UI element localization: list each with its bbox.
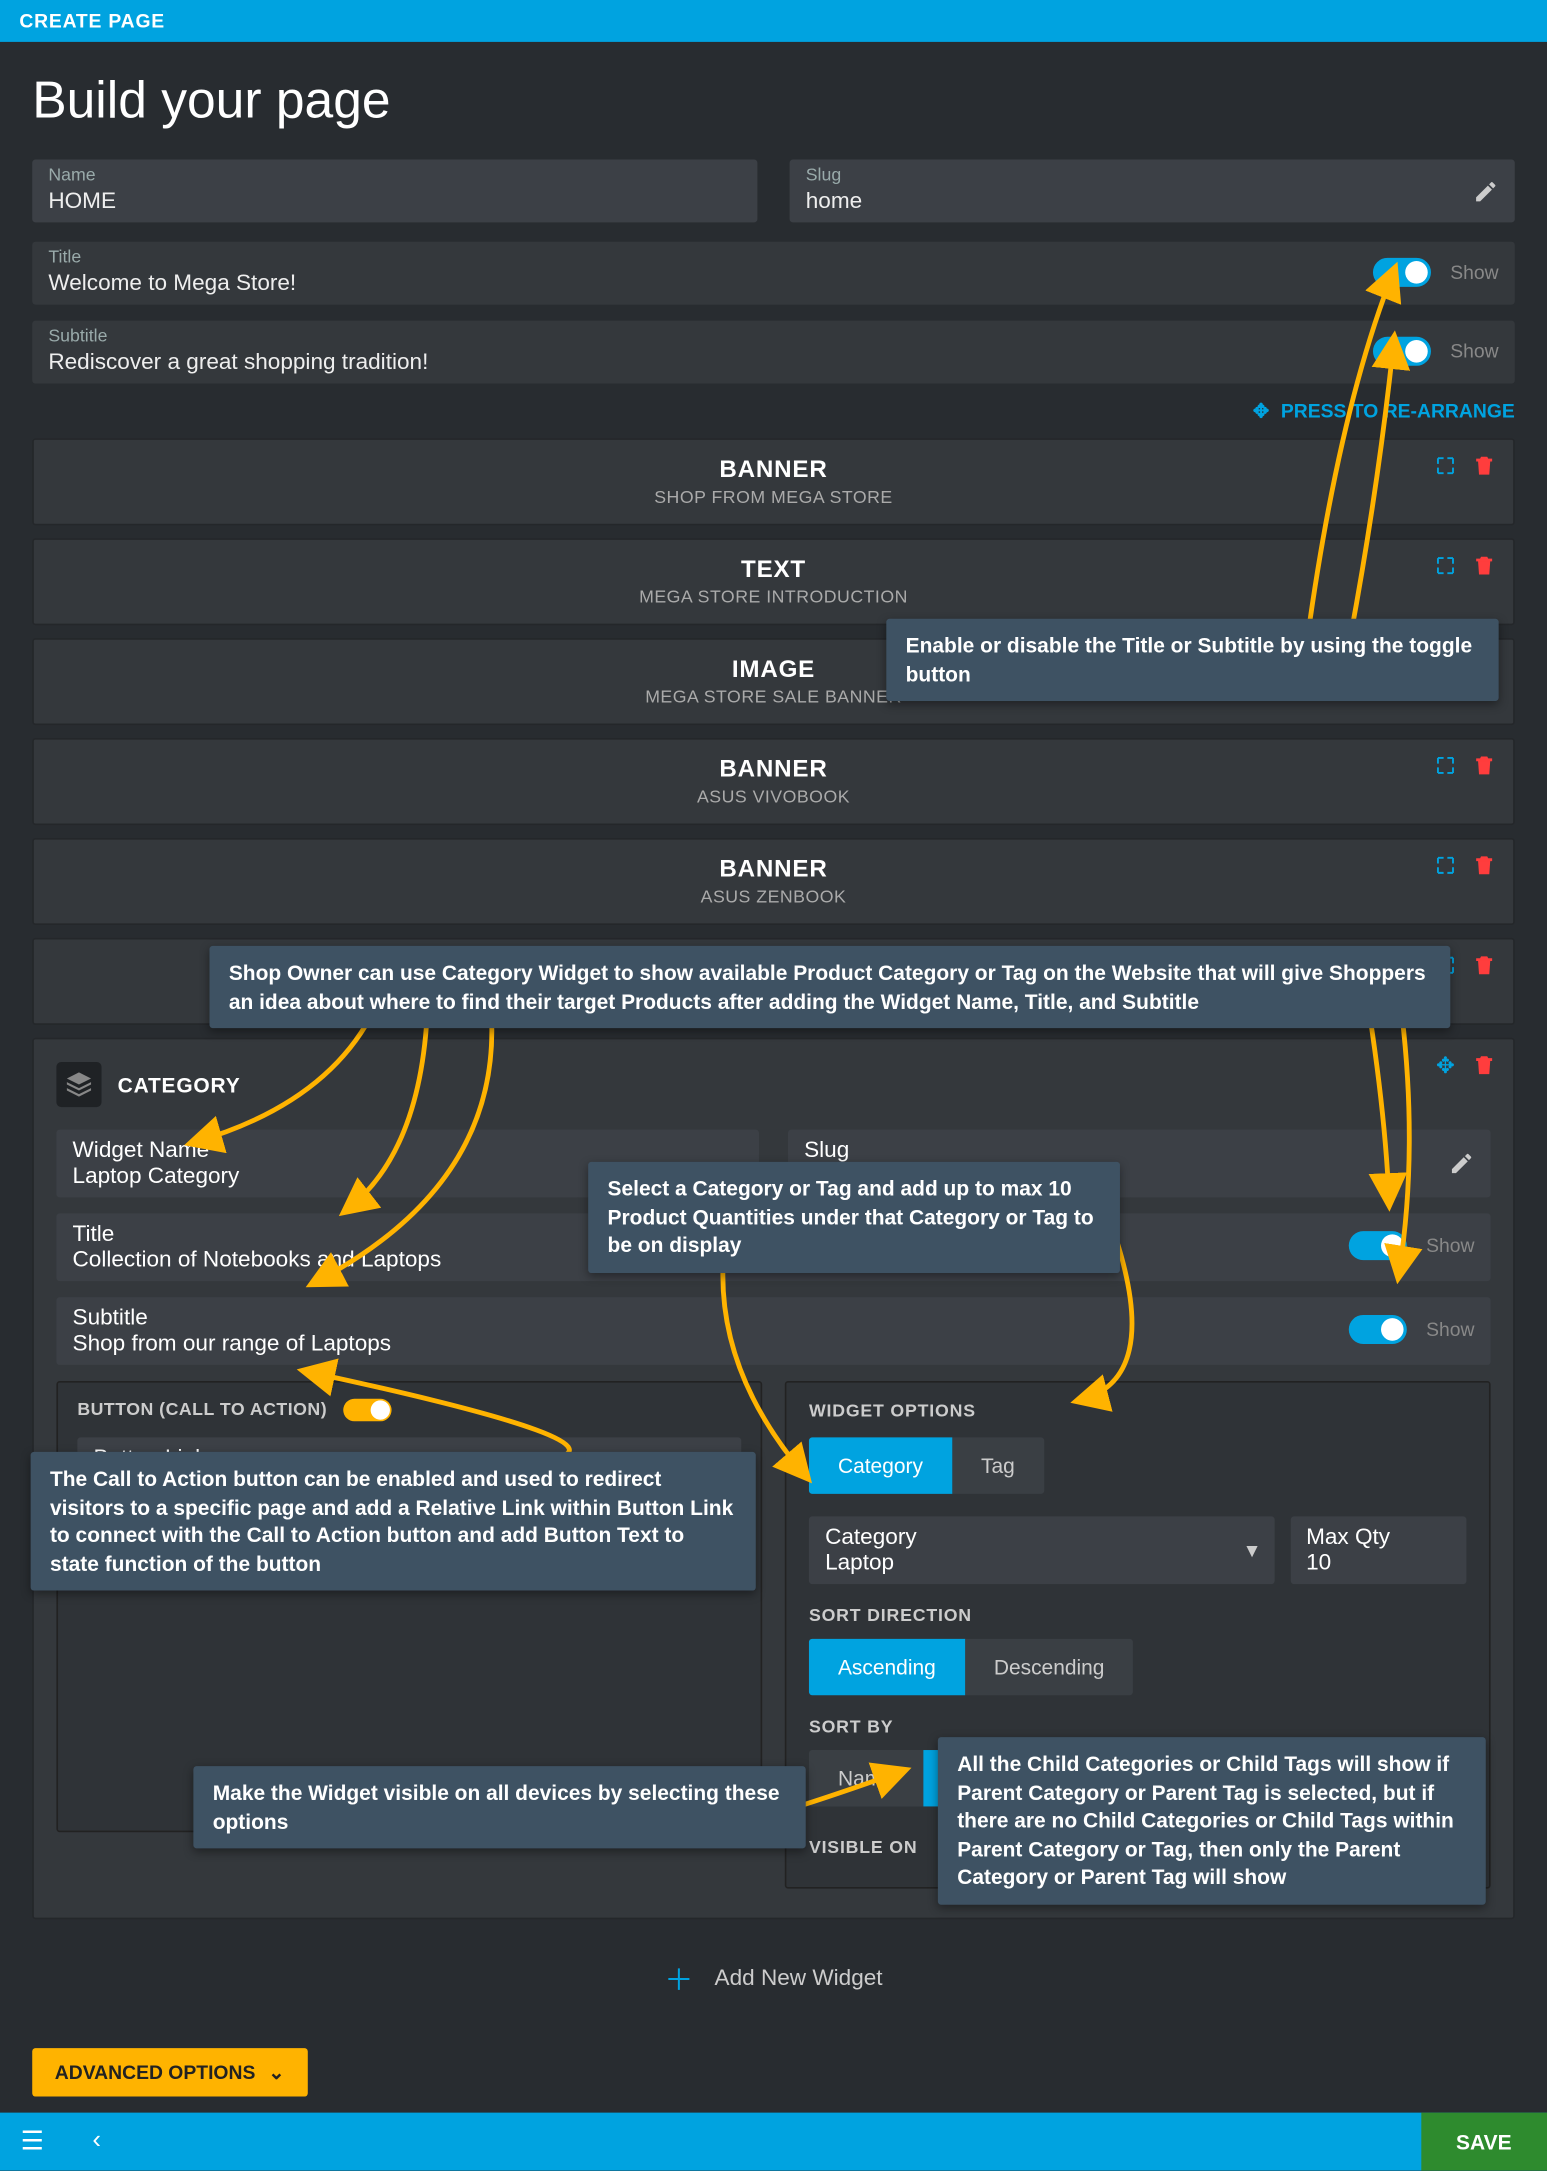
category-select-label: Category [825,1523,1258,1549]
widget-name: ASUS VIVOBOOK [53,788,1494,807]
widget-options-header: WIDGET OPTIONS [809,1402,1466,1421]
sort-by-label: SORT BY [809,1718,1466,1737]
caret-down-icon: ▾ [1246,1537,1257,1564]
subtitle-value[interactable]: Rediscover a great shopping tradition! [48,348,1373,374]
widget-type: BANNER [53,856,1494,883]
max-qty-field[interactable]: Max Qty 10 [1290,1516,1466,1584]
title-label: Title [48,248,1373,267]
widget-subtitle-toggle[interactable] [1349,1315,1407,1344]
cta-box: BUTTON (CALL TO ACTION) Button Link /sho… [56,1381,762,1832]
tab-tag[interactable]: Tag [952,1437,1044,1493]
widget-title-toggle[interactable] [1349,1231,1407,1260]
widget-row[interactable]: BANNER ASUS VIVOBOOK [32,738,1515,825]
move-icon: ✥ [1253,400,1269,423]
name-field[interactable]: Name HOME [32,160,757,223]
top-bar: CREATE PAGE [0,0,1547,42]
plus-icon: ＋ [664,1964,693,1996]
advanced-options-label: ADVANCED OPTIONS [55,2061,256,2084]
collapse-icon[interactable]: ✥ [1433,1052,1459,1078]
trash-icon[interactable] [1471,952,1497,978]
page-title: Build your page [32,71,1515,131]
widget-name: ASUS ZENBOOK [53,888,1494,907]
trash-icon[interactable] [1471,1052,1497,1078]
name-label: Name [48,166,741,185]
widget-type: BANNER [53,456,1494,483]
max-qty-value: 10 [1306,1549,1450,1575]
widget-subtitle-show-label: Show [1426,1318,1474,1341]
subtitle-field-row: Subtitle Rediscover a great shopping tra… [32,321,1515,384]
widget-type: BANNER [53,756,1494,783]
pencil-icon[interactable] [1449,1151,1475,1177]
slug-label: Slug [806,166,1499,185]
widget-name: MEGA STORE INTRODUCTION [53,588,1494,607]
title-value[interactable]: Welcome to Mega Store! [48,269,1373,295]
expand-icon[interactable] [1433,553,1459,579]
widget-row[interactable]: BANNER SHOP FROM MEGA STORE [32,438,1515,525]
name-value: HOME [48,187,741,213]
visible-on-label: VISIBLE ON [809,1839,918,1858]
widget-name: SHOP FROM MEGA STORE [53,488,1494,507]
sort-ascending[interactable]: Ascending [809,1639,965,1695]
top-bar-title: CREATE PAGE [19,10,165,33]
widget-slug-label: Slug [804,1136,1474,1162]
widget-subtitle-value[interactable]: Shop from our range of Laptops [73,1329,1349,1355]
add-new-widget-button[interactable]: ＋ Add New Widget [32,1932,1515,2025]
tooltip-cta: The Call to Action button can be enabled… [31,1452,756,1591]
cta-header: BUTTON (CALL TO ACTION) [77,1400,327,1419]
save-label: SAVE [1456,2130,1511,2154]
rearrange-button[interactable]: ✥ PRESS TO RE-ARRANGE [32,400,1515,423]
pencil-icon[interactable] [1473,178,1499,204]
rearrange-label: PRESS TO RE-ARRANGE [1281,400,1515,423]
type-segmented: Category Tag [809,1437,1466,1493]
subtitle-show-label: Show [1450,339,1498,362]
back-icon[interactable]: ‹ [64,2127,128,2156]
trash-icon[interactable] [1471,553,1497,579]
save-button[interactable]: SAVE [1421,2113,1547,2171]
category-select[interactable]: Category Laptop ▾ [809,1516,1274,1584]
widget-type: TEXT [53,556,1494,583]
chevron-down-icon: ⌄ [268,2061,284,2084]
widget-name-label: Widget Name [73,1136,743,1162]
stack-icon [56,1062,101,1107]
title-show-toggle[interactable] [1373,257,1431,286]
title-field-row: Title Welcome to Mega Store! Show [32,242,1515,305]
expand-icon[interactable] [1433,753,1459,779]
trash-icon[interactable] [1471,453,1497,479]
tooltip-child: All the Child Categories or Child Tags w… [938,1737,1486,1904]
slug-field[interactable]: Slug home [790,160,1515,223]
sort-direction-label: SORT DIRECTION [809,1607,1466,1626]
cta-toggle[interactable] [343,1399,391,1422]
widget-row[interactable]: BANNER ASUS ZENBOOK [32,838,1515,925]
trash-icon[interactable] [1471,753,1497,779]
tab-category[interactable]: Category [809,1437,952,1493]
category-header-label: CATEGORY [118,1072,241,1096]
tooltip-visible: Make the Widget visible on all devices b… [193,1766,805,1848]
bottom-bar: ☰ ‹ SAVE [0,2113,1547,2171]
expand-icon[interactable] [1433,852,1459,878]
title-show-label: Show [1450,260,1498,283]
widget-subtitle-row: Subtitle Shop from our range of Laptops … [56,1297,1490,1365]
slug-value: home [806,187,1499,213]
sort-descending[interactable]: Descending [965,1639,1134,1695]
widget-row[interactable]: TEXT MEGA STORE INTRODUCTION [32,538,1515,625]
trash-icon[interactable] [1471,852,1497,878]
widget-title-show-label: Show [1426,1234,1474,1257]
tooltip-category-intro: Shop Owner can use Category Widget to sh… [209,946,1450,1028]
tooltip-select-category: Select a Category or Tag and add up to m… [588,1162,1120,1273]
category-select-value: Laptop [825,1549,1258,1575]
expand-icon[interactable] [1433,453,1459,479]
sort-by-name[interactable]: Name [809,1750,923,1806]
subtitle-label: Subtitle [48,327,1373,346]
max-qty-label: Max Qty [1306,1523,1450,1549]
widget-subtitle-label: Subtitle [73,1304,1349,1330]
add-new-widget-label: Add New Widget [715,1964,883,1990]
subtitle-show-toggle[interactable] [1373,336,1431,365]
menu-icon[interactable]: ☰ [0,2126,64,2158]
tooltip-toggle: Enable or disable the Title or Subtitle … [886,619,1498,701]
advanced-options-button[interactable]: ADVANCED OPTIONS ⌄ [32,2048,307,2096]
sort-direction-segmented: Ascending Descending [809,1639,1466,1695]
